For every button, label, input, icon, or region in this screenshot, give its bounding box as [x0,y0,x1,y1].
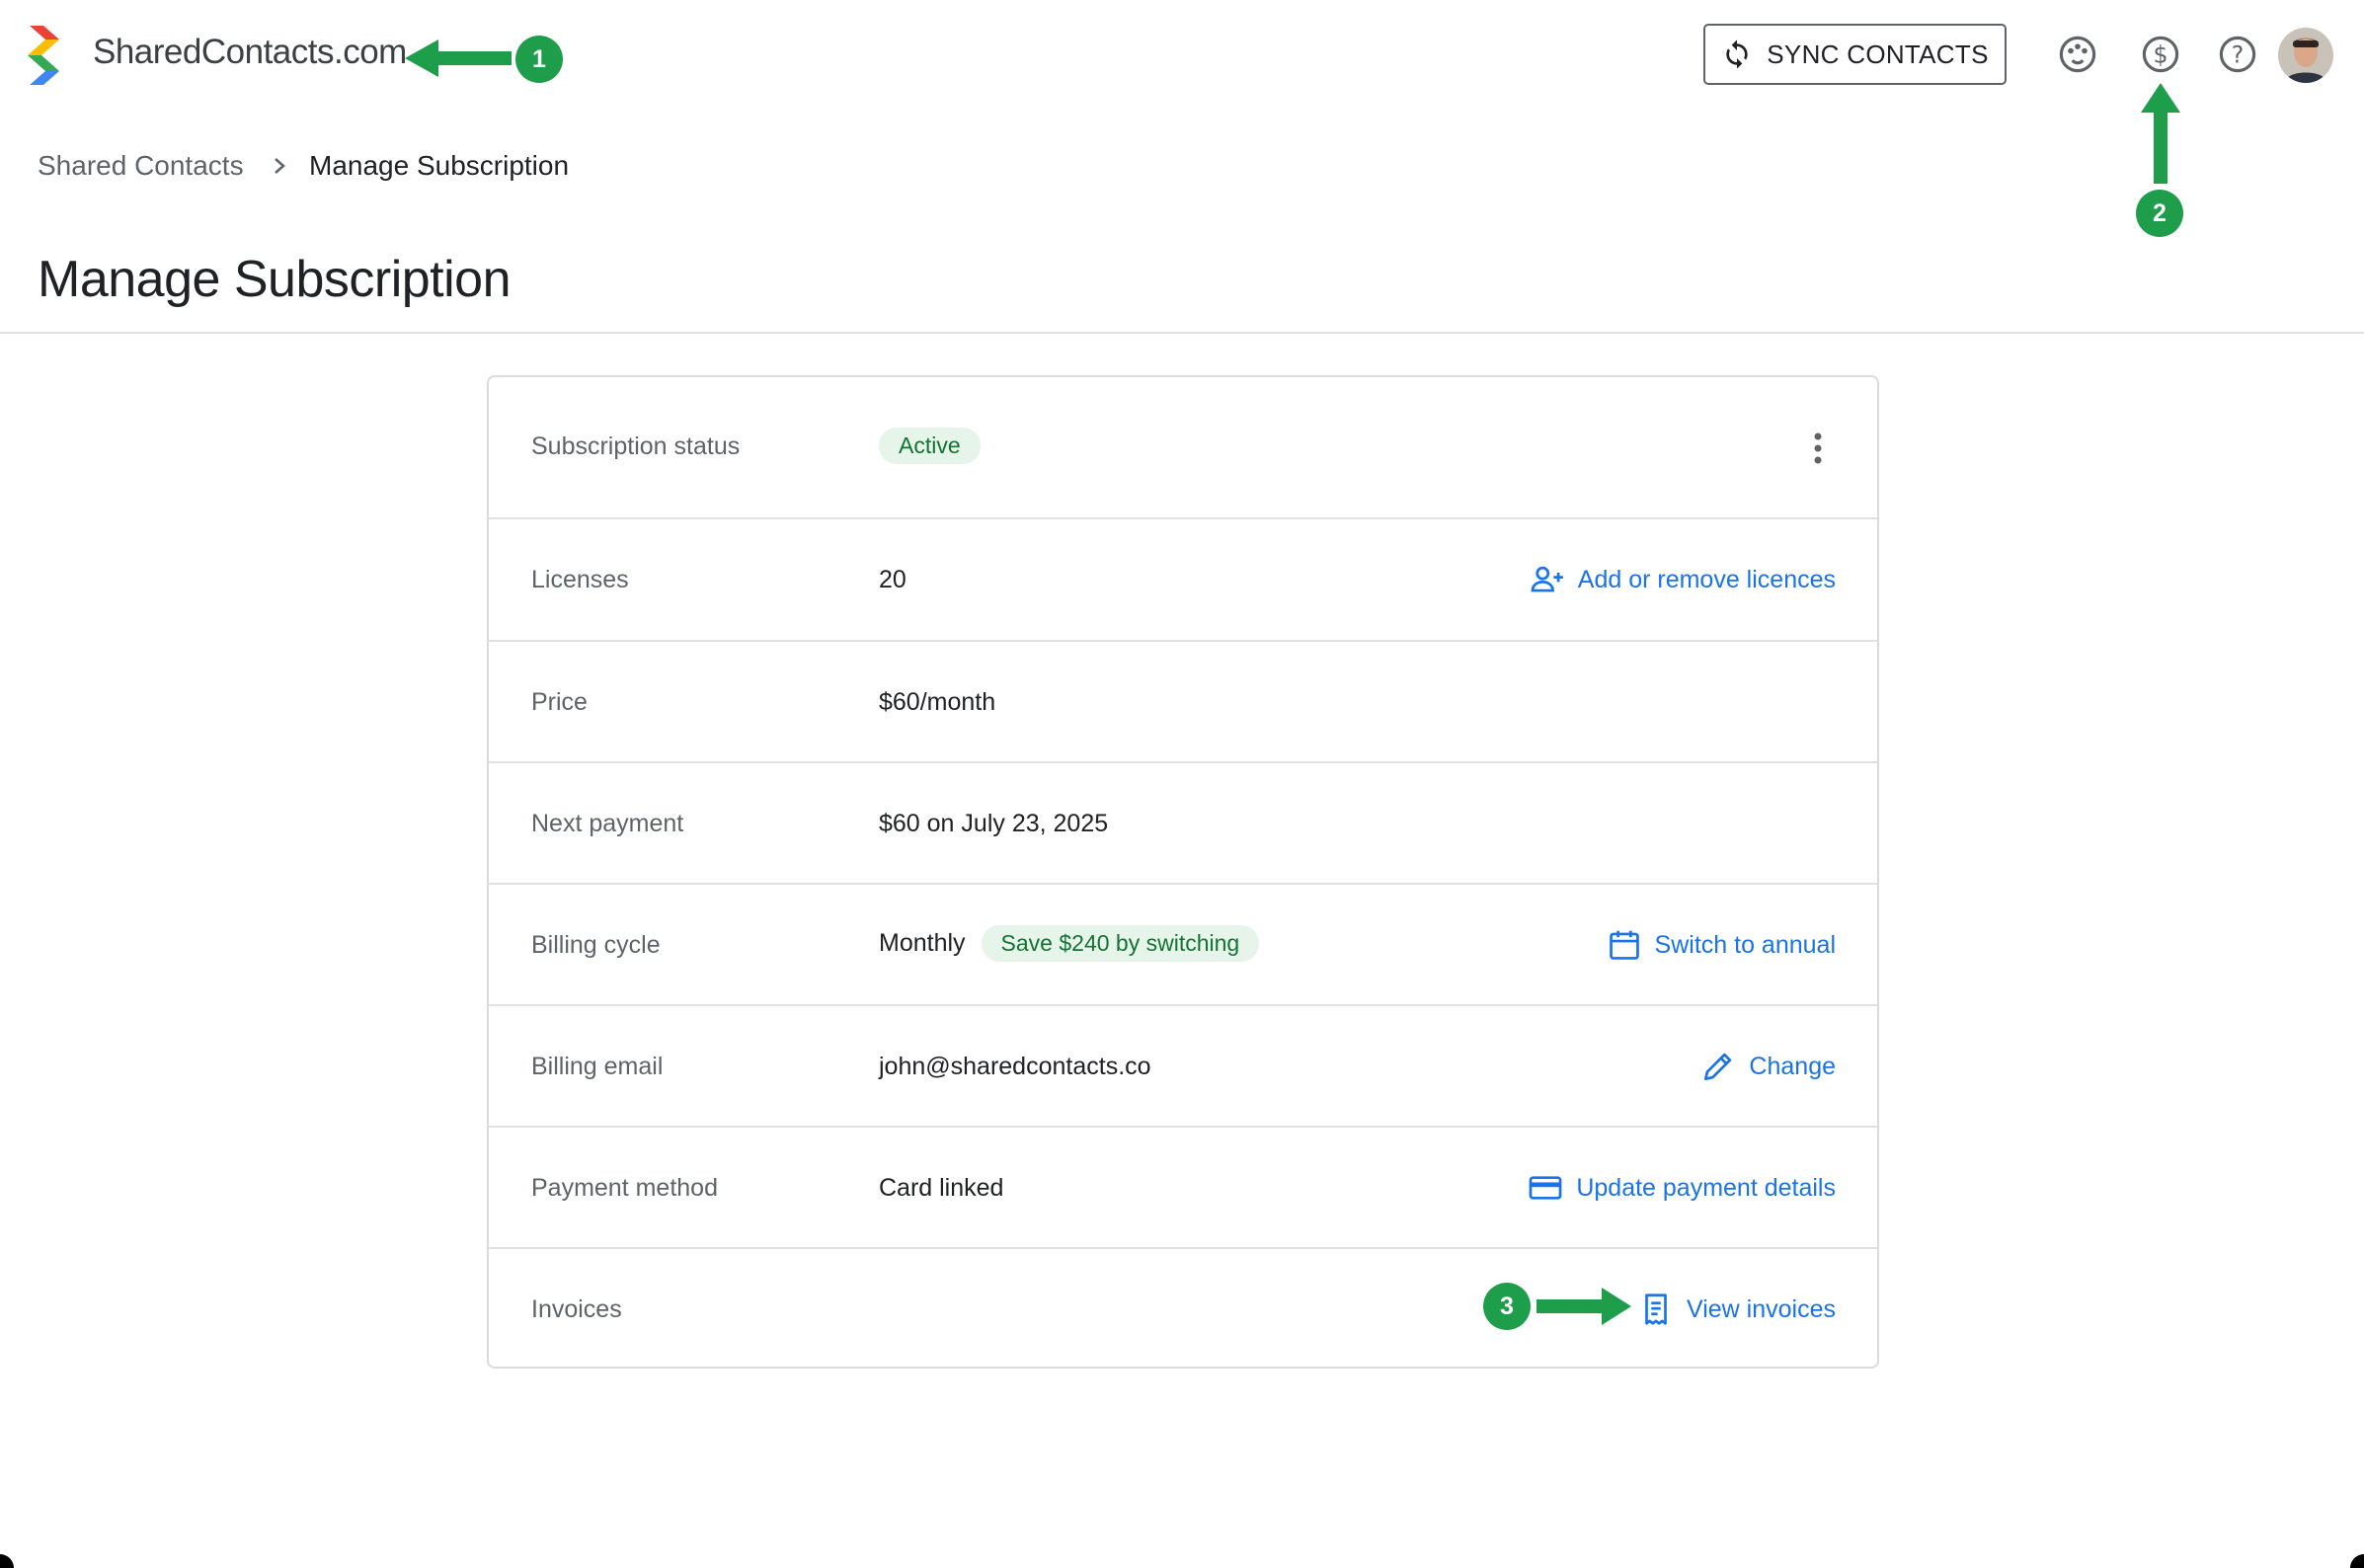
pencil-icon [1704,1053,1732,1081]
header-divider [0,332,2364,334]
billing-cycle-text: Monthly [879,929,966,957]
billing-cycle-label: Billing cycle [531,931,661,959]
calendar-icon [1609,930,1639,960]
next-payment-row: Next payment $60 on July 23, 2025 [489,763,1877,885]
invoices-label: Invoices [531,1295,622,1323]
price-row: Price $60/month [489,642,1877,763]
breadcrumb-current: Manage Subscription [309,150,570,181]
breadcrumb-shared-contacts[interactable]: Shared Contacts [38,150,244,182]
billing-email-label: Billing email [531,1053,664,1080]
dollar-circle-icon[interactable]: $ [2140,34,2181,75]
annotation-arrow-up [2141,83,2180,184]
billing-cycle-row: Billing cycle Monthly Save $240 by switc… [489,885,1877,1006]
savings-badge: Save $240 by switching [981,925,1260,962]
add-remove-licences-link[interactable]: Add or remove licences [1529,561,1836,598]
billing-cycle-value: Monthly Save $240 by switching [879,925,1260,962]
licenses-row: Licenses 20 Add or remove licences [489,519,1877,642]
palette-icon[interactable] [2057,34,2098,75]
annotation-arrow-left [405,39,512,77]
more-vert-icon[interactable] [1800,429,1836,468]
annotation-arrow-right [1537,1288,1631,1325]
annotation-badge-2: 2 [2136,190,2183,237]
avatar[interactable] [2278,28,2333,83]
add-remove-licences-label: Add or remove licences [1577,565,1836,593]
sharedcontacts-logo [28,26,59,85]
chevron-right-icon [275,158,285,174]
receipt-icon [1645,1294,1667,1325]
invoices-row: Invoices View invoices [489,1249,1877,1367]
svg-text:?: ? [2232,40,2245,68]
update-payment-label: Update payment details [1576,1173,1836,1202]
view-invoices-link[interactable]: View invoices [1637,1291,1836,1328]
credit-card-icon [1529,1176,1562,1200]
switch-to-annual-link[interactable]: Switch to annual [1606,926,1836,964]
sync-contacts-label: SYNC CONTACTS [1767,39,1989,69]
next-payment-label: Next payment [531,810,684,837]
billing-email-row: Billing email john@sharedcontacts.co Cha… [489,1006,1877,1128]
sync-icon [1726,39,1748,69]
payment-method-label: Payment method [531,1174,718,1202]
subscription-card: Subscription status Active Licenses 20 A… [487,375,1879,1369]
annotation-badge-3: 3 [1483,1283,1531,1330]
view-invoices-label: View invoices [1686,1294,1836,1323]
price-value: $60/month [879,688,996,716]
licenses-label: Licenses [531,566,629,593]
status-badge: Active [879,428,981,464]
help-icon[interactable]: ? [2217,34,2258,75]
switch-to-annual-label: Switch to annual [1654,930,1836,959]
change-email-link[interactable]: Change [1699,1048,1836,1085]
billing-email-value: john@sharedcontacts.co [879,1053,1151,1080]
svg-text:$: $ [2153,40,2167,68]
payment-method-value: Card linked [879,1174,1004,1202]
annotation-badge-1: 1 [515,36,563,83]
licenses-value: 20 [879,566,906,593]
payment-method-row: Payment method Card linked Update paymen… [489,1128,1877,1249]
next-payment-value: $60 on July 23, 2025 [879,810,1109,837]
price-label: Price [531,688,588,716]
subscription-status-row: Subscription status Active [489,377,1877,519]
person-add-icon [1531,566,1563,592]
frame-corner [0,1554,14,1568]
subscription-status-value: Active [879,428,981,464]
update-payment-link[interactable]: Update payment details [1527,1169,1836,1207]
brand-name[interactable]: SharedContacts.com [93,33,407,72]
change-email-label: Change [1749,1052,1836,1080]
frame-corner [2350,1554,2364,1568]
subscription-status-label: Subscription status [531,432,741,460]
page-title: Manage Subscription [38,251,512,308]
sync-contacts-button[interactable]: SYNC CONTACTS [1703,24,2007,85]
